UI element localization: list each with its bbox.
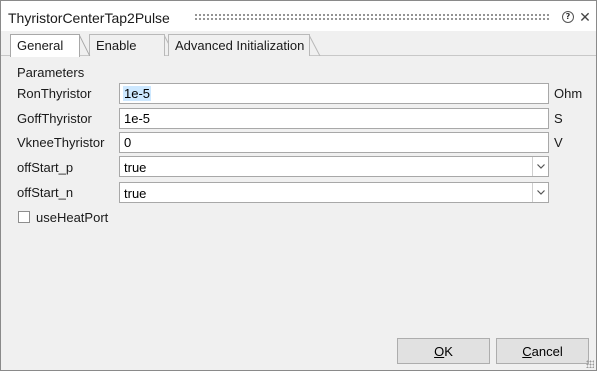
offstart-p-value: true [124, 160, 147, 175]
goff-thyristor-label: GoffThyristor [17, 111, 92, 126]
ron-thyristor-input[interactable]: 1e-5 [119, 83, 549, 104]
close-icon[interactable]: ✕ [578, 10, 592, 24]
goff-thyristor-value: 1e-5 [124, 111, 151, 126]
drag-handle[interactable] [194, 13, 550, 21]
ok-mnemonic: O [434, 343, 445, 359]
offstart-n-label: offStart_n [17, 185, 74, 200]
goff-thyristor-input[interactable]: 1e-5 [119, 108, 549, 129]
ok-button[interactable]: OK [397, 338, 490, 364]
chevron-down-icon[interactable] [532, 157, 548, 176]
window-title: ThyristorCenterTap2Pulse [8, 10, 170, 26]
general-panel: Parameters RonThyristor 1e-5 Ohm GoffThy… [1, 56, 596, 338]
use-heat-port-label[interactable]: useHeatPort [36, 210, 108, 225]
cancel-mnemonic: C [522, 343, 532, 359]
offstart-p-label: offStart_p [17, 160, 74, 175]
ok-label-rest: K [444, 343, 453, 359]
ron-thyristor-label: RonThyristor [17, 86, 92, 101]
chevron-down-icon[interactable] [532, 183, 548, 202]
tab-label: General [17, 38, 64, 53]
help-icon[interactable]: ? [561, 10, 575, 24]
vknee-thyristor-input[interactable]: 0 [119, 132, 549, 153]
ron-thyristor-value: 1e-5 [123, 86, 152, 101]
parameters-heading: Parameters [17, 65, 85, 80]
vknee-thyristor-label: VkneeThyristor [17, 135, 105, 150]
resize-grip[interactable] [586, 360, 594, 368]
goff-thyristor-unit: S [554, 111, 563, 126]
cancel-label-rest: ancel [531, 343, 563, 359]
offstart-n-value: true [124, 186, 147, 201]
tab-label: Advanced Initialization [175, 38, 305, 53]
tab-advanced-initialization[interactable]: Advanced Initialization [168, 34, 321, 56]
vknee-thyristor-value: 0 [124, 135, 132, 150]
tab-label: Enable [96, 38, 137, 53]
vknee-thyristor-unit: V [554, 135, 563, 150]
tab-enable[interactable]: Enable [89, 34, 176, 56]
offstart-p-select[interactable]: true [119, 156, 549, 177]
offstart-n-select[interactable]: true [119, 182, 549, 203]
dialog-window: ThyristorCenterTap2Pulse ? ✕ General Ena… [0, 0, 597, 371]
ron-thyristor-unit: Ohm [554, 86, 583, 101]
use-heat-port-checkbox[interactable] [18, 211, 30, 223]
cancel-button[interactable]: Cancel [496, 338, 589, 364]
tab-general[interactable]: General [10, 34, 91, 57]
title-bar[interactable]: ThyristorCenterTap2Pulse ? ✕ [1, 1, 596, 31]
